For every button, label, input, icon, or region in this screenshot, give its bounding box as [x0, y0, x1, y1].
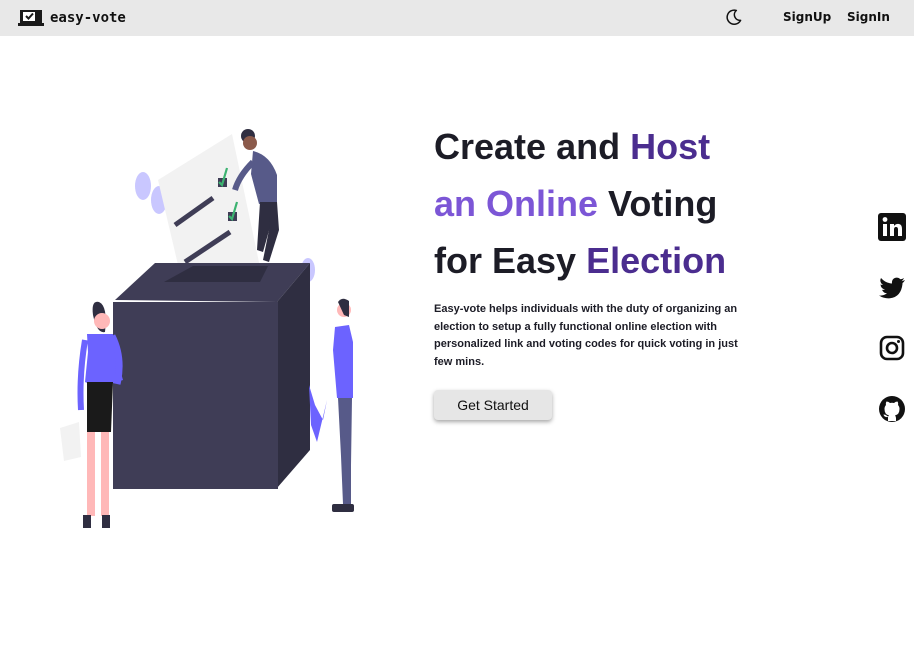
github-icon[interactable]	[876, 393, 908, 425]
hero-description: Easy-vote helps individuals with the dut…	[434, 303, 738, 368]
hero-title-line3: for Easy Election	[434, 232, 834, 289]
brand[interactable]: easy-vote	[18, 8, 126, 28]
brand-name: easy-vote	[50, 10, 126, 26]
ballot-box	[113, 263, 310, 489]
linkedin-icon[interactable]	[876, 211, 908, 243]
hero-title-accent-host: Host	[630, 126, 711, 167]
plant-leaf	[309, 385, 327, 442]
navbar: easy-vote SignUp SignIn	[0, 0, 914, 36]
hero-title-part5: for Easy	[434, 240, 577, 281]
hero-title-line1: Create and Host	[434, 118, 834, 175]
voting-illustration	[60, 129, 354, 528]
ballot-laptop-icon	[18, 10, 44, 26]
hero-title-accent-election: Election	[586, 240, 727, 281]
hero-title-line2: an Online Voting	[434, 175, 834, 232]
instagram-icon[interactable]	[876, 332, 908, 364]
signup-link[interactable]: SignUp	[783, 10, 831, 24]
decor-bubble	[135, 172, 151, 200]
person-man	[332, 298, 354, 512]
moon-icon[interactable]	[725, 9, 742, 26]
get-started-button[interactable]: Get Started	[434, 390, 552, 420]
twitter-icon[interactable]	[876, 272, 908, 304]
hero-title-part1: Create and	[434, 126, 621, 167]
hero-title: Create and Host an Online Voting for Eas…	[434, 118, 834, 289]
hero-title-accent-online: an Online	[434, 183, 599, 224]
hero-title-part4: Voting	[608, 183, 718, 224]
signin-link[interactable]: SignIn	[847, 10, 890, 24]
